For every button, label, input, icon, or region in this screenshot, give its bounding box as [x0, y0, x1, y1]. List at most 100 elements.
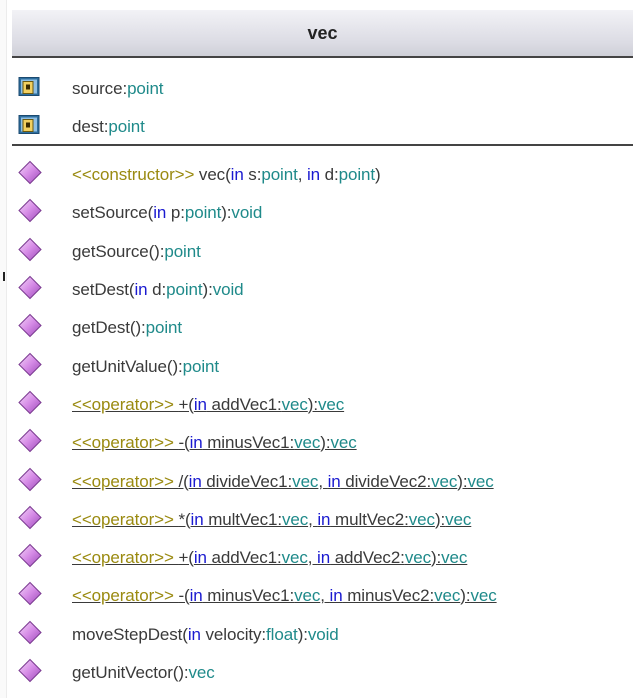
param-direction: in — [306, 165, 321, 185]
param-type: vec — [292, 471, 319, 491]
param-close: ): — [460, 586, 471, 606]
param-name: multVec1: — [203, 509, 282, 529]
operation-row[interactable]: getUnitVector():vec — [12, 654, 633, 692]
return-type: vec — [445, 509, 472, 529]
param-type: vec — [404, 548, 431, 568]
param-close: ): — [297, 624, 308, 644]
operation-text: <<operator>> -(in minusVec1:vec):vec — [72, 433, 357, 453]
param-name: multVec2: — [330, 509, 409, 529]
operation-row[interactable]: setSource(in p:point):void — [12, 194, 633, 232]
public-operation-icon — [18, 582, 42, 611]
param-close: ) — [375, 165, 381, 185]
param-name: s: — [243, 165, 262, 185]
param-direction: in — [317, 509, 331, 529]
operation-row[interactable]: getSource():point — [12, 233, 633, 271]
param-name: addVec1: — [206, 548, 282, 568]
return-type: void — [212, 280, 244, 300]
param-type: vec — [294, 586, 321, 606]
param-name: minusVec1: — [202, 586, 295, 606]
public-operation-icon — [18, 160, 42, 190]
param-direction: in — [189, 433, 203, 453]
class-name: vec — [307, 22, 338, 43]
operation-text: <<operator>> +(in addVec1:vec, in addVec… — [72, 548, 467, 568]
attribute-row[interactable]: dest:point — [12, 108, 633, 146]
return-type: vec — [317, 394, 345, 414]
operation-text: <<operator>> -(in minusVec1:vec, in minu… — [72, 586, 497, 606]
operation-row[interactable]: <<constructor>> vec(in s:point, in d:poi… — [12, 156, 633, 194]
class-name-header[interactable]: vec — [12, 10, 633, 58]
public-operation-icon — [18, 352, 42, 381]
return-type: point — [164, 241, 201, 261]
operation-row[interactable]: getUnitValue():point — [12, 347, 633, 385]
operation-row[interactable]: <<operator>> /(in divideVec1:vec, in div… — [12, 462, 633, 500]
param-direction: in — [190, 509, 204, 529]
public-operation-icon — [18, 505, 42, 534]
operation-name: +( — [178, 394, 194, 414]
operation-row[interactable]: <<operator>> -(in minusVec1:vec, in minu… — [12, 577, 633, 615]
operation-name: setDest( — [72, 280, 135, 300]
operation-name: -( — [178, 586, 190, 606]
param-direction: in — [327, 471, 341, 491]
return-type: vec — [188, 663, 215, 682]
operation-row[interactable]: <<operator>> *(in multVec1:vec, in multV… — [12, 501, 633, 539]
param-close: ): — [320, 433, 331, 453]
param-direction: in — [193, 548, 207, 568]
return-type: vec — [470, 586, 497, 606]
stereotype: <<operator>> — [72, 509, 179, 529]
operation-name: vec( — [198, 165, 231, 185]
return-type: void — [307, 624, 339, 644]
param-type: point — [166, 280, 203, 300]
attribute-text: source:point — [72, 79, 164, 98]
param-name: d: — [320, 165, 339, 185]
stereotype: <<operator>> — [72, 471, 179, 491]
public-operation-icon — [18, 314, 42, 343]
param-type: vec — [408, 509, 435, 529]
param-type: vec — [281, 394, 308, 414]
operation-text: <<operator>> +(in addVec1:vec):vec — [72, 395, 344, 415]
param-type: vec — [281, 509, 309, 529]
operation-text: <<constructor>> vec(in s:point, in d:poi… — [72, 165, 381, 185]
param-close: ): — [457, 471, 468, 491]
param-close: ): — [434, 509, 446, 529]
operation-row[interactable]: <<operator>> +(in addVec1:vec):vec — [12, 386, 633, 424]
param-separator: , — [320, 586, 330, 606]
param-separator: , — [318, 471, 328, 491]
param-type: vec — [281, 548, 308, 568]
public-operation-icon — [18, 620, 42, 649]
cursor-mark — [3, 272, 5, 281]
operation-row[interactable]: moveStepDest(in velocity:float):void — [12, 616, 633, 654]
return-type: point — [145, 318, 183, 338]
stereotype: <<operator>> — [72, 586, 179, 606]
return-type: vec — [330, 433, 357, 453]
operation-text: getDest():point — [72, 318, 182, 338]
public-operation-icon — [18, 199, 42, 228]
private-attribute-icon — [18, 115, 40, 140]
param-close: ): — [430, 548, 442, 568]
param-name: minusVec1: — [202, 433, 295, 453]
stereotype: <<constructor>> — [72, 165, 199, 185]
attribute-row[interactable]: source:point — [12, 70, 633, 108]
param-type: float — [266, 624, 298, 644]
operation-text: <<operator>> *(in multVec1:vec, in multV… — [72, 510, 471, 530]
operation-text: setDest(in d:point):void — [72, 280, 244, 300]
param-name: addVec1: — [206, 394, 282, 414]
return-type: vec — [441, 548, 468, 568]
operations-compartment: <<constructor>> vec( in s: point, in d: poi… — [12, 146, 633, 692]
param-close: ): — [221, 203, 232, 223]
operation-row[interactable]: setDest(in d:point):void — [12, 271, 633, 309]
uml-class-box[interactable]: vec source:point dest:point <<constructo… — [12, 10, 633, 698]
operation-name: /( — [178, 471, 189, 491]
public-operation-icon — [18, 275, 42, 305]
operation-name: getSource(): — [72, 241, 165, 261]
operation-text: getUnitValue():point — [72, 357, 219, 377]
attribute-text: dest:point — [72, 117, 145, 136]
param-name: divideVec1: — [201, 471, 293, 491]
operation-row[interactable]: <<operator>> -(in minusVec1:vec):vec — [12, 424, 633, 462]
param-direction: in — [317, 548, 331, 568]
param-direction: in — [187, 624, 201, 644]
public-operation-icon — [18, 467, 42, 496]
param-type: vec — [434, 586, 461, 606]
operation-row[interactable]: getDest():point — [12, 309, 633, 347]
operation-row[interactable]: <<operator>> +(in addVec1:vec, in addVec… — [12, 539, 633, 577]
return-type: vec — [467, 471, 494, 491]
